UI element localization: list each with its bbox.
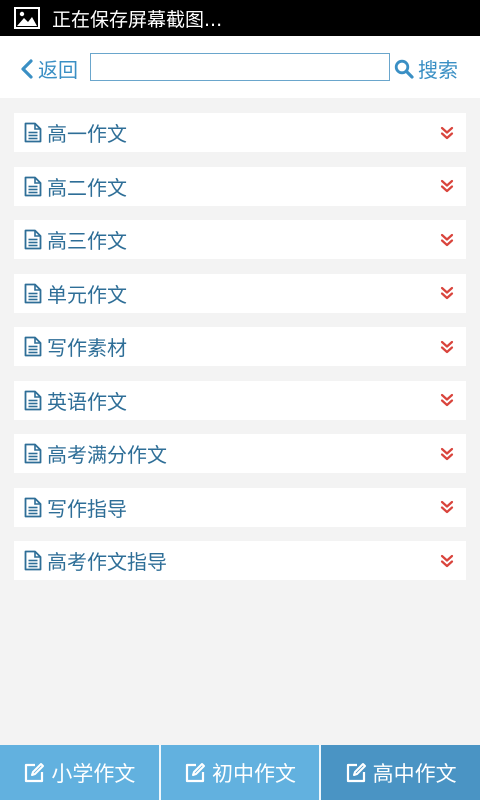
list-item[interactable]: 高一作文 xyxy=(14,113,466,152)
chevron-double-down-icon[interactable] xyxy=(440,286,454,300)
chevron-double-down-icon[interactable] xyxy=(440,179,454,193)
tab-label: 初中作文 xyxy=(212,761,296,786)
list-item[interactable]: 高考满分作文 xyxy=(14,434,466,473)
image-icon xyxy=(14,7,40,29)
edit-icon xyxy=(25,762,45,782)
tab-divider xyxy=(158,745,161,800)
list-item-label: 写作指导 xyxy=(47,496,127,521)
list-item-label: 高三作文 xyxy=(47,229,127,253)
tab-primary-essay[interactable]: 小学作文 xyxy=(0,745,159,800)
header: 返回 搜索 xyxy=(0,36,480,98)
list-item[interactable]: 英语作文 xyxy=(14,380,466,420)
list-item[interactable]: 单元作文 xyxy=(14,273,466,313)
tab-label: 小学作文 xyxy=(51,761,136,786)
list-item[interactable]: 高三作文 xyxy=(14,220,466,259)
document-icon xyxy=(24,122,42,143)
list-item-label: 写作素材 xyxy=(47,336,127,360)
chevron-double-down-icon[interactable] xyxy=(440,447,454,461)
status-bar: 正在保存屏幕截图... xyxy=(0,0,480,36)
chevron-double-down-icon[interactable] xyxy=(440,554,454,568)
list-item-label: 高考满分作文 xyxy=(47,443,167,467)
list-item[interactable]: 写作素材 xyxy=(14,327,466,366)
list-item[interactable]: 高二作文 xyxy=(14,166,466,206)
list-item-label: 高一作文 xyxy=(47,122,127,146)
list-item-label: 单元作文 xyxy=(47,282,127,307)
tab-senior-essay[interactable]: 高中作文 xyxy=(321,745,480,800)
back-button[interactable]: 返回 xyxy=(20,54,78,83)
list-item-label: 英语作文 xyxy=(47,389,127,414)
edit-icon xyxy=(185,762,205,782)
list-item-label: 高考作文指导 xyxy=(47,550,167,574)
category-list: 高一作文高二作文高三作文单元作文写作素材英语作文高考满分作文 写作指导高考作文指导 xyxy=(14,113,466,595)
back-label: 返回 xyxy=(38,58,78,82)
status-text: 正在保存屏幕截图... xyxy=(52,8,223,31)
document-icon xyxy=(24,229,42,250)
search-icon xyxy=(394,59,414,79)
list-item-label: 高二作文 xyxy=(47,175,127,200)
search-button[interactable]: 搜索 xyxy=(394,54,458,83)
tab-junior-essay[interactable]: 初中作文 xyxy=(161,745,320,800)
chevron-double-down-icon[interactable] xyxy=(440,393,454,407)
document-icon xyxy=(24,443,42,464)
chevron-left-icon xyxy=(21,58,33,79)
document-icon xyxy=(24,176,42,196)
document-icon xyxy=(24,283,42,303)
edit-icon xyxy=(346,762,366,782)
list-item[interactable]: 写作指导 xyxy=(14,487,466,527)
list-item[interactable]: 高考作文指导 xyxy=(14,541,466,580)
document-icon xyxy=(24,336,42,357)
search-label: 搜索 xyxy=(418,58,458,82)
document-icon xyxy=(24,390,42,410)
chevron-double-down-icon[interactable] xyxy=(440,233,454,247)
chevron-double-down-icon[interactable] xyxy=(440,126,454,140)
tab-divider xyxy=(319,745,322,800)
chevron-double-down-icon[interactable] xyxy=(440,340,454,354)
chevron-double-down-icon[interactable] xyxy=(440,500,454,514)
search-input[interactable] xyxy=(90,53,390,81)
document-icon xyxy=(24,550,42,571)
tab-label: 高中作文 xyxy=(372,761,457,786)
bottom-tabbar: 小学作文 初中作文 高中作文 xyxy=(0,745,480,800)
document-icon xyxy=(24,497,42,517)
